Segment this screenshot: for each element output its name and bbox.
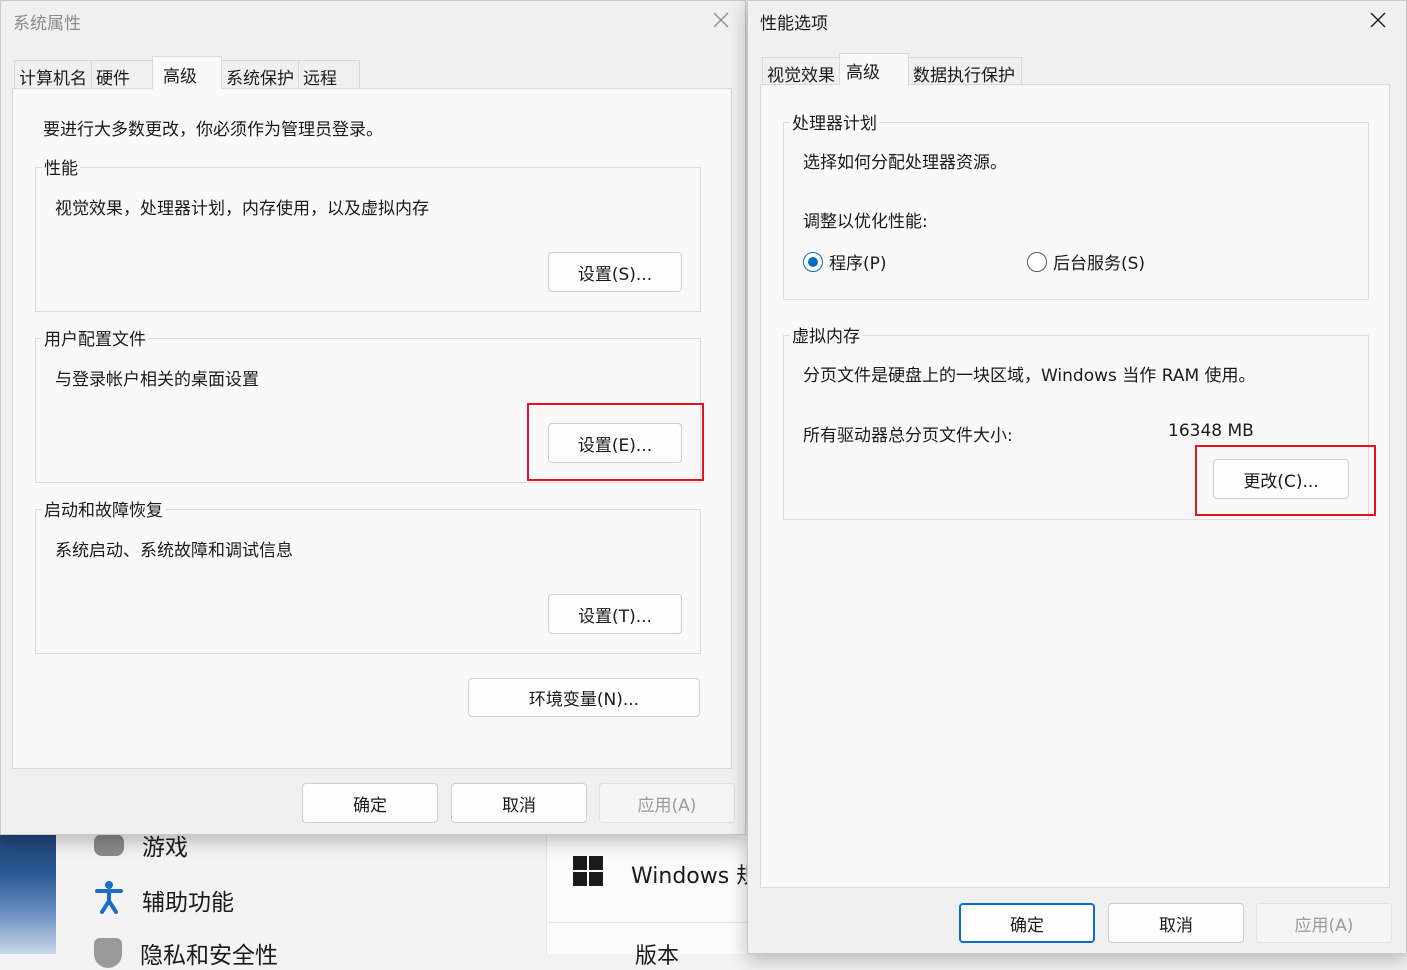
ok-button[interactable]: 确定 — [959, 903, 1095, 943]
cancel-button[interactable]: 取消 — [1108, 903, 1244, 943]
radio-dot-checked — [803, 251, 823, 272]
group-description: 选择如何分配处理器资源。 — [803, 153, 1007, 173]
close-button[interactable] — [1360, 3, 1396, 37]
radio-label: 程序(P) — [829, 254, 887, 274]
gamepad-icon — [94, 834, 124, 856]
group-description: 与登录帐户相关的桌面设置 — [55, 370, 259, 390]
apply-button[interactable]: 应用(A) — [1256, 903, 1392, 943]
radio-programs[interactable]: 程序(P) — [803, 249, 887, 274]
startup-recovery-settings-button[interactable]: 设置(T)... — [548, 594, 682, 634]
group-description: 视觉效果，处理器计划，内存使用，以及虚拟内存 — [55, 199, 429, 219]
group-title: 启动和故障恢复 — [42, 496, 165, 521]
system-properties-window: 系统属性 计算机名 硬件 高级 系统保护 远程 要进行大多数更改，你必须作为管理… — [0, 0, 746, 835]
adjust-label: 调整以优化性能: — [803, 212, 928, 232]
performance-options-window: 性能选项 视觉效果 高级 数据执行保护 处理器计划 选择如何分配处理器资源。 调… — [747, 0, 1407, 954]
radio-dot — [1027, 251, 1047, 272]
tab-dep[interactable]: 数据执行保护 — [908, 57, 1022, 86]
radio-label: 后台服务(S) — [1053, 254, 1146, 274]
group-title: 用户配置文件 — [42, 325, 148, 350]
processor-scheduling-group: 处理器计划 选择如何分配处理器资源。 调整以优化性能: 程序(P) 后台服务(S… — [783, 109, 1369, 300]
performance-group: 性能 视觉效果，处理器计划，内存使用，以及虚拟内存 设置(S)... — [35, 154, 701, 312]
settings-content-card: Windows 规 版本 — [546, 820, 758, 969]
tab-advanced[interactable]: 高级 — [152, 56, 222, 89]
group-title: 性能 — [42, 154, 80, 179]
environment-variables-button[interactable]: 环境变量(N)... — [468, 678, 700, 717]
highlight-box — [1195, 445, 1376, 516]
desktop-wallpaper — [0, 820, 56, 954]
tab-remote[interactable]: 远程 — [298, 60, 360, 89]
tab-strip: 计算机名 硬件 高级 系统保护 远程 — [14, 56, 360, 89]
accessibility-icon — [94, 880, 124, 920]
window-title: 性能选项 — [760, 14, 828, 34]
nav-item-label: 辅助功能 — [142, 890, 234, 916]
group-title: 虚拟内存 — [790, 322, 862, 347]
performance-settings-button[interactable]: 设置(S)... — [548, 252, 682, 292]
nav-item-accessibility[interactable]: 辅助功能 — [94, 880, 234, 920]
tab-hardware[interactable]: 硬件 — [91, 60, 153, 89]
titlebar[interactable]: 性能选项 — [748, 1, 1406, 41]
total-paging-label: 所有驱动器总分页文件大小: — [803, 426, 1013, 446]
version-label: 版本 — [635, 944, 680, 969]
admin-note: 要进行大多数更改，你必须作为管理员登录。 — [43, 120, 383, 140]
window-title: 系统属性 — [13, 14, 81, 34]
group-description: 系统启动、系统故障和调试信息 — [55, 541, 293, 561]
ok-button[interactable]: 确定 — [302, 783, 438, 823]
tab-advanced[interactable]: 高级 — [839, 53, 909, 86]
titlebar[interactable]: 系统属性 — [1, 1, 745, 41]
tab-system-protection[interactable]: 系统保护 — [221, 60, 299, 89]
tab-visual-effects[interactable]: 视觉效果 — [762, 57, 840, 86]
highlight-box — [527, 403, 704, 481]
windows-logo-icon — [573, 856, 603, 892]
group-title: 处理器计划 — [790, 109, 879, 134]
nav-item-privacy[interactable]: 隐私和安全性 — [94, 936, 278, 970]
close-icon — [1370, 12, 1386, 28]
close-button[interactable] — [703, 3, 739, 37]
radio-background-services[interactable]: 后台服务(S) — [1027, 249, 1145, 274]
close-icon — [713, 12, 729, 28]
cancel-button[interactable]: 取消 — [451, 783, 587, 823]
windows-spec-row[interactable]: Windows 规 — [573, 856, 758, 892]
version-row: 版本 — [635, 938, 679, 970]
group-description: 分页文件是硬盘上的一块区域，Windows 当作 RAM 使用。 — [803, 366, 1256, 386]
shield-icon — [94, 938, 122, 968]
tab-strip: 视觉效果 高级 数据执行保护 — [762, 53, 1022, 86]
nav-item-label: 隐私和安全性 — [140, 943, 278, 969]
tab-computer-name[interactable]: 计算机名 — [14, 60, 92, 89]
total-paging-value: 16348 MB — [1168, 421, 1254, 441]
windows-spec-label: Windows 规 — [631, 864, 759, 889]
startup-recovery-group: 启动和故障恢复 系统启动、系统故障和调试信息 设置(T)... — [35, 496, 701, 654]
apply-button[interactable]: 应用(A) — [599, 783, 735, 823]
